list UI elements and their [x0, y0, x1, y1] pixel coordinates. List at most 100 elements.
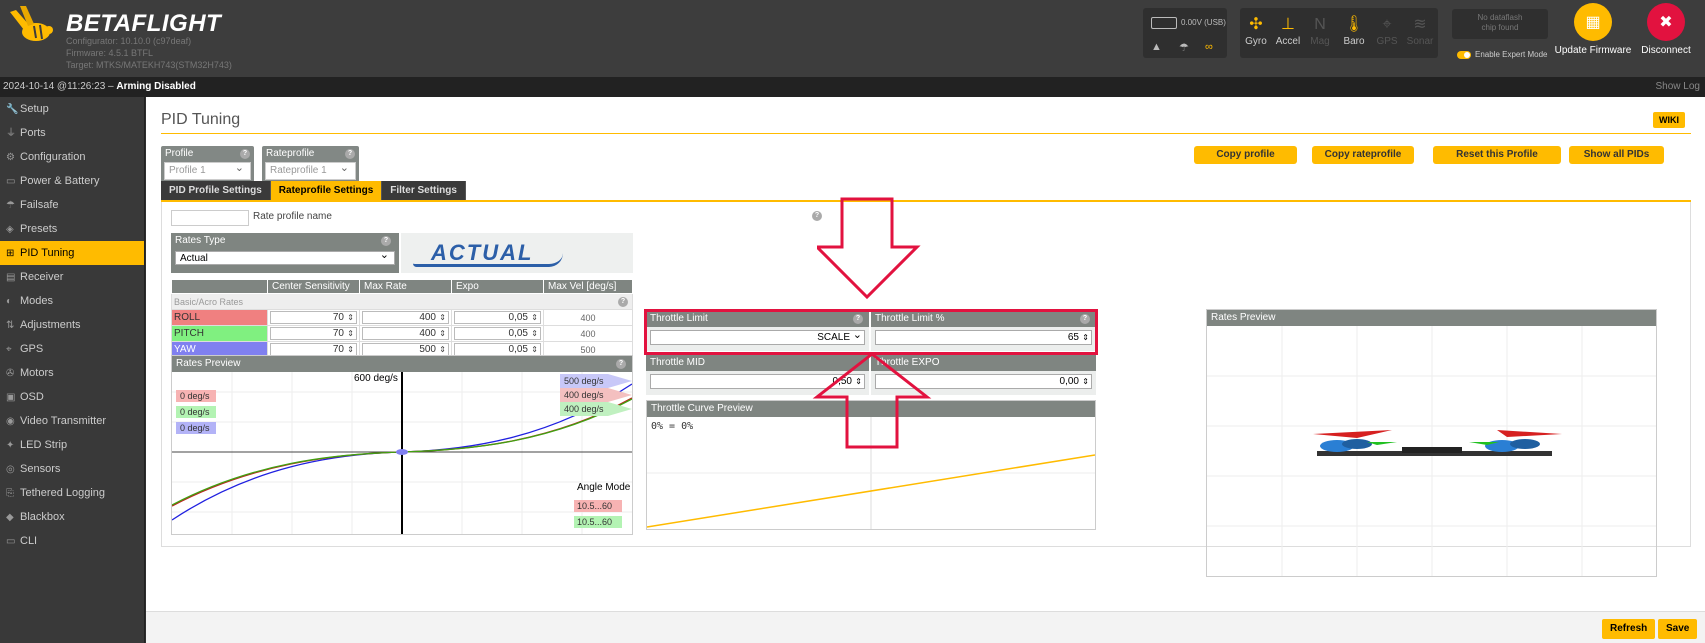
page-title: PID Tuning — [161, 111, 241, 128]
modes-icon: ◐ — [6, 296, 13, 307]
rate-profile-name-input[interactable] — [171, 210, 249, 226]
pitch-center-input[interactable]: 70 — [270, 327, 357, 340]
sidebar-item-power[interactable]: ▭ Power & Battery — [0, 169, 144, 193]
sidebar-nav: 🔧 Setup ⏚ Ports ⚙ Configuration ▭ Power & Ba… — [0, 97, 145, 643]
show-all-pids-button[interactable]: Show all PIDs — [1569, 146, 1664, 164]
sidebar-item-osd[interactable]: ▣ OSD — [0, 385, 144, 409]
rates-preview-panel: Rates Preview? 600 deg/s 0 deg/s 0 deg/s — [171, 355, 633, 535]
update-firmware-button[interactable]: ▦ Update Firmware — [1553, 3, 1633, 56]
gps-icon: ⌖ — [1382, 16, 1392, 33]
sidebar-item-configuration[interactable]: ⚙ Configuration — [0, 145, 144, 169]
disconnect-button[interactable]: ✖ Disconnect — [1626, 3, 1705, 56]
usb-disconnect-icon: ✖ — [1647, 3, 1685, 41]
plug-icon: ⏚ — [6, 128, 16, 139]
actual-logo-text: ACTUAL — [431, 240, 534, 265]
arming-status: Arming Disabled — [116, 81, 196, 92]
quadcopter-icon — [1313, 430, 1562, 456]
copy-profile-button[interactable]: Copy profile — [1194, 146, 1297, 164]
annotation-up-arrow — [812, 352, 932, 449]
sensor-baro: 🌡 Baro — [1338, 14, 1370, 47]
parachute-icon: ☂ — [6, 200, 15, 211]
sidebar-item-motors[interactable]: ✇ Motors — [0, 361, 144, 385]
sidebar-item-setup[interactable]: 🔧 Setup — [0, 97, 144, 121]
rates-type-select[interactable]: Actual — [175, 248, 395, 265]
help-icon[interactable]: ? — [616, 359, 626, 369]
toggle-switch[interactable] — [1457, 50, 1471, 59]
annotation-down-arrow — [817, 197, 921, 300]
sidebar-item-led-strip[interactable]: ✦ LED Strip — [0, 433, 144, 457]
rates-type-panel: Rates Type? Actual — [171, 233, 399, 273]
tab-filter-settings[interactable]: Filter Settings — [382, 181, 466, 201]
help-icon[interactable]: ? — [381, 236, 391, 246]
expert-mode-toggle[interactable]: Enable Expert Mode — [1457, 50, 1548, 59]
dataflash-status: No dataflash chip found — [1452, 9, 1548, 39]
blackbox-icon: ◆ — [6, 512, 14, 523]
app-logo-text: BETAFLIGHT — [66, 10, 222, 37]
sidebar-item-tethered-logging[interactable]: ⎘ Tethered Logging — [0, 481, 144, 505]
refresh-button[interactable]: Refresh — [1602, 619, 1656, 639]
sidebar-item-sensors[interactable]: ◎ Sensors — [0, 457, 144, 481]
accel-icon: ⊥ — [1281, 16, 1295, 33]
rateprofile-content: Rate profile name ? Rates Type? Actual A… — [161, 197, 1691, 577]
tab-rateprofile-settings[interactable]: Rateprofile Settings — [270, 181, 383, 201]
save-button[interactable]: Save — [1658, 619, 1698, 639]
col-header-center: Center Sensitivity — [267, 279, 360, 294]
col-header-max-vel: Max Vel [deg/s] — [543, 279, 633, 294]
motor-icon: ✇ — [6, 368, 15, 379]
sidebar-item-pid-tuning[interactable]: ⊞ PID Tuning — [0, 241, 144, 265]
configurator-version: Configurator: 10.10.0 (c97deaf) — [66, 36, 192, 46]
show-log-link[interactable]: Show Log — [1656, 77, 1700, 97]
gear-icon: ⚙ — [6, 152, 15, 163]
col-header-axis — [171, 279, 268, 294]
sidebar-item-cli[interactable]: ▭ CLI — [0, 529, 144, 553]
center-value-label: 600 deg/s — [354, 373, 398, 384]
help-icon[interactable]: ? — [240, 149, 250, 159]
help-icon[interactable]: ? — [618, 297, 628, 307]
profile-select[interactable]: Profile 1 — [165, 160, 250, 179]
sidebar-item-adjustments[interactable]: ⇅ Adjustments — [0, 313, 144, 337]
sidebar-item-ports[interactable]: ⏚ Ports — [0, 121, 144, 145]
pitch-expo-input[interactable]: 0,05 — [454, 327, 541, 340]
sidebar-item-modes[interactable]: ◐ Modes — [0, 289, 144, 313]
baro-icon: 🌡 — [1343, 16, 1365, 33]
group-label: Basic/Acro Rates — [174, 296, 244, 307]
roll-max-rate-input[interactable]: 400 — [362, 311, 449, 324]
app-header: BETAFLIGHT Configurator: 10.10.0 (c97dea… — [0, 0, 1705, 77]
table-header-row: Center Sensitivity Max Rate Expo Max Vel… — [171, 279, 633, 294]
sensor-mag: N Mag — [1304, 14, 1336, 47]
help-icon[interactable]: ? — [345, 149, 355, 159]
angle-roll-value: 10.5...60 — [577, 501, 612, 511]
sidebar-item-presets[interactable]: ◈ Presets — [0, 217, 144, 241]
stick-position-marker — [396, 449, 408, 455]
sensor-gyro: ✣ Gyro — [1240, 14, 1272, 47]
angle-mode-label: Angle Mode — [577, 482, 631, 493]
rates-table: Center Sensitivity Max Rate Expo Max Vel… — [171, 279, 633, 358]
tab-bar: PID Profile Settings Rateprofile Setting… — [161, 181, 466, 201]
sidebar-item-vtx[interactable]: ◉ Video Transmitter — [0, 409, 144, 433]
roll-expo-input[interactable]: 0,05 — [454, 311, 541, 324]
sidebar-item-blackbox[interactable]: ◆ Blackbox — [0, 505, 144, 529]
roll-current-rate: 0 deg/s — [180, 391, 210, 401]
sidebar-item-gps[interactable]: ⌖ GPS — [0, 337, 144, 361]
col-header-max-rate: Max Rate — [359, 279, 452, 294]
reset-profile-button[interactable]: Reset this Profile — [1433, 146, 1561, 164]
title-divider — [161, 133, 1691, 134]
pitch-max-rate-input[interactable]: 400 — [362, 327, 449, 340]
quad-model-preview — [1207, 326, 1656, 576]
sonar-icon: ≋ — [1413, 16, 1427, 33]
presets-icon: ◈ — [6, 224, 14, 235]
roll-center-input[interactable]: 70 — [270, 311, 357, 324]
tab-pid-profile-settings[interactable]: PID Profile Settings — [161, 181, 271, 201]
rateprofile-select[interactable]: Rateprofile 1 — [266, 160, 355, 179]
wiki-button[interactable]: WIKI — [1653, 112, 1685, 128]
adjustments-icon: ⇅ — [6, 320, 15, 331]
failsafe-icon: ☂ — [1179, 42, 1189, 54]
cli-icon: ▭ — [6, 536, 16, 547]
yaw-max-rate: 500 deg/s — [564, 376, 604, 386]
rates-preview-chart: 600 deg/s 0 deg/s 0 deg/s 0 deg/s 500 de… — [171, 372, 633, 534]
sidebar-item-receiver[interactable]: ▤ Receiver — [0, 265, 144, 289]
sidebar-item-failsafe[interactable]: ☂ Failsafe — [0, 193, 144, 217]
pitch-current-rate: 0 deg/s — [180, 407, 210, 417]
link-icon: ∞ — [1205, 41, 1213, 53]
copy-rateprofile-button[interactable]: Copy rateprofile — [1312, 146, 1414, 164]
